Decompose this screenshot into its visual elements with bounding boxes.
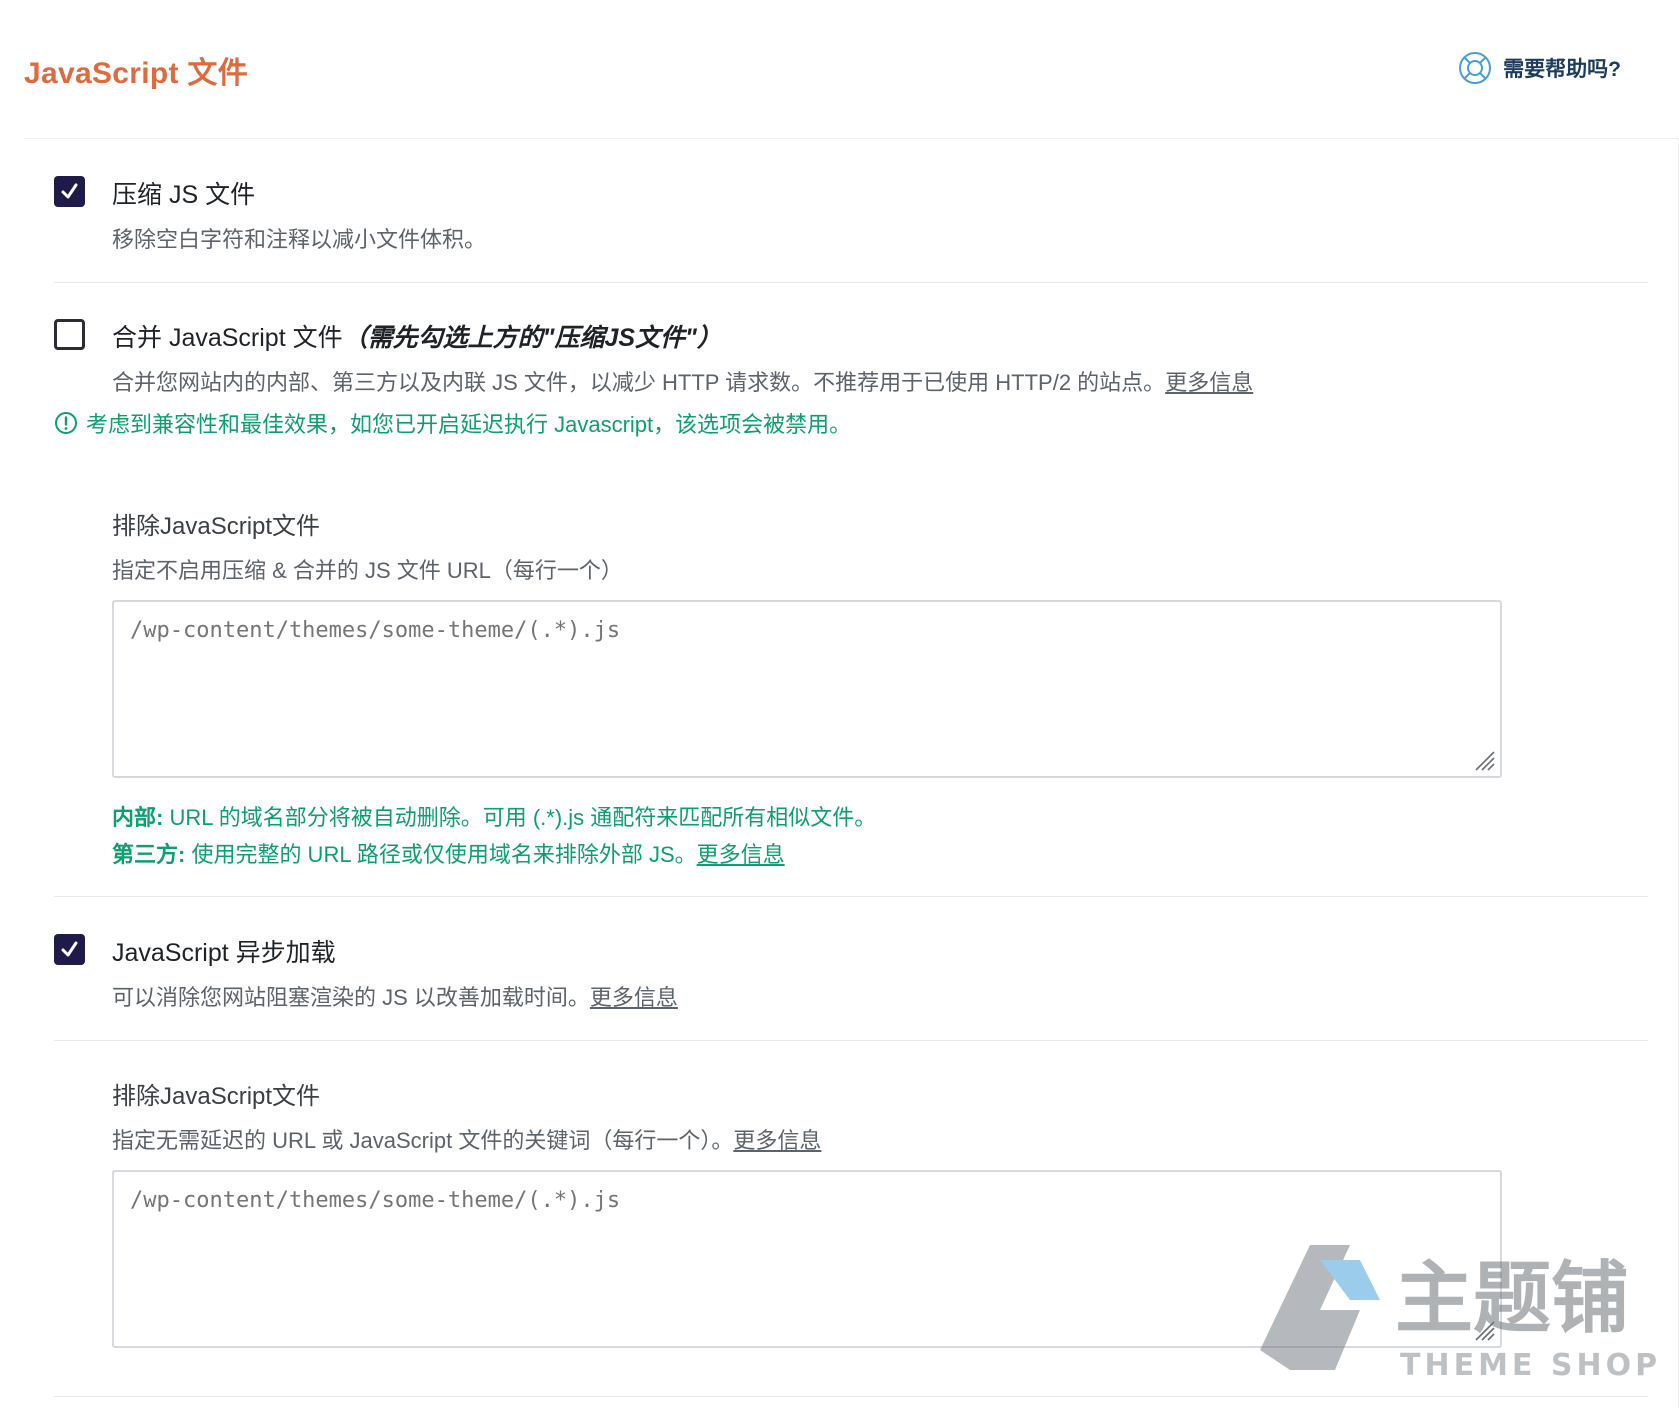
- watermark-sub: THEME SHOP: [1400, 1348, 1661, 1383]
- combine-js-description-text: 合并您网站内的内部、第三方以及内联 JS 文件，以减少 HTTP 请求数。不推荐…: [112, 370, 1166, 395]
- divider: [54, 282, 1648, 283]
- help-link[interactable]: 需要帮助吗?: [1457, 50, 1621, 86]
- checkmark-icon: [61, 941, 78, 957]
- exclude-minify-description: 指定不启用压缩 & 合并的 JS 文件 URL（每行一个）: [112, 558, 623, 583]
- minify-js-label[interactable]: 压缩 JS 文件: [112, 175, 255, 211]
- combine-js-label-text: 合并 JavaScript 文件: [112, 324, 343, 352]
- page-title: JavaScript 文件: [24, 57, 248, 90]
- combine-js-description: 合并您网站内的内部、第三方以及内联 JS 文件，以减少 HTTP 请求数。不推荐…: [112, 365, 1253, 397]
- exclude-defer-more-info-link[interactable]: 更多信息: [733, 1128, 821, 1153]
- section-header: JavaScript 文件 需要帮助吗?: [0, 0, 1679, 138]
- defer-js-description-text: 可以消除您网站阻塞渲染的 JS 以改善加载时间。: [112, 985, 590, 1010]
- combine-js-label-note: （需先勾选上方的"压缩JS文件"）: [342, 324, 722, 352]
- combine-warning: 考虑到兼容性和最佳效果，如您已开启延迟执行 Javascript，该选项会被禁用…: [54, 407, 851, 439]
- exclude-defer-title: 排除JavaScript文件: [112, 1083, 321, 1110]
- exclude-defer-description-text: 指定无需延迟的 URL 或 JavaScript 文件的关键词（每行一个）。: [112, 1128, 734, 1153]
- resize-grip-icon[interactable]: [1474, 750, 1496, 772]
- divider: [54, 1040, 1648, 1041]
- combine-js-label[interactable]: 合并 JavaScript 文件（需先勾选上方的"压缩JS文件"）: [112, 318, 722, 354]
- combine-warning-text: 考虑到兼容性和最佳效果，如您已开启延迟执行 Javascript，该选项会被禁用…: [86, 412, 852, 437]
- minify-js-description: 移除空白字符和注释以减小文件体积。: [112, 227, 487, 252]
- exclude-minify-note-internal: 内部: URL 的域名部分将被自动删除。可用 (.*).js 通配符来匹配所有相…: [112, 800, 876, 832]
- defer-js-description: 可以消除您网站阻塞渲染的 JS 以改善加载时间。更多信息: [112, 980, 678, 1012]
- defer-js-checkbox[interactable]: [54, 934, 85, 965]
- help-label: 需要帮助吗?: [1503, 58, 1621, 81]
- exclude-minify-note-third-party: 第三方: 使用完整的 URL 路径或仅使用域名来排除外部 JS。更多信息: [112, 837, 785, 869]
- watermark-brand: 主题铺: [1395, 1254, 1629, 1344]
- combine-js-checkbox[interactable]: [54, 319, 85, 350]
- watermark-logo: 主题铺 THEME SHOP: [1260, 1245, 1661, 1383]
- exclude-minify-title: 排除JavaScript文件: [112, 513, 321, 540]
- info-circle-icon: [55, 412, 77, 434]
- lifebuoy-icon: [1459, 52, 1492, 84]
- minify-js-checkbox[interactable]: [54, 176, 85, 207]
- note-internal-text: URL 的域名部分将被自动删除。可用 (.*).js 通配符来匹配所有相似文件。: [163, 805, 877, 830]
- exclude-defer-description: 指定无需延迟的 URL 或 JavaScript 文件的关键词（每行一个）。更多…: [112, 1123, 821, 1155]
- note-third-label: 第三方:: [112, 842, 186, 867]
- combine-more-info-link[interactable]: 更多信息: [1165, 370, 1253, 395]
- defer-js-label[interactable]: JavaScript 异步加载: [112, 933, 336, 969]
- note-internal-label: 内部:: [112, 805, 164, 830]
- divider: [54, 1396, 1648, 1397]
- checkmark-icon: [61, 183, 78, 199]
- note-more-info-link[interactable]: 更多信息: [697, 842, 785, 867]
- divider: [54, 896, 1648, 897]
- defer-more-info-link[interactable]: 更多信息: [590, 985, 678, 1010]
- note-third-text: 使用完整的 URL 路径或仅使用域名来排除外部 JS。: [185, 842, 697, 867]
- exclude-minify-textarea[interactable]: [112, 600, 1502, 778]
